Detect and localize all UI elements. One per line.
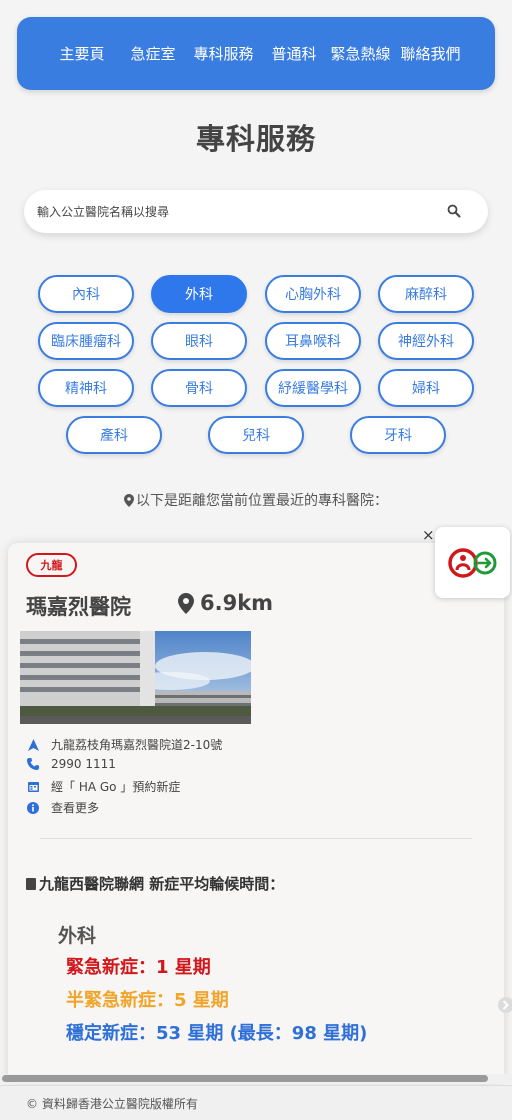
- chip-palliative[interactable]: 紓緩醫學科: [265, 369, 361, 407]
- chip-ophthalmology[interactable]: 眼科: [151, 322, 247, 360]
- carousel-next-icon[interactable]: [496, 996, 512, 1014]
- hospital-photo: [20, 631, 251, 724]
- nearest-hospital-note: 以下是距離您當前位置最近的專科醫院：: [0, 490, 512, 510]
- booking-text: 經「 HA Go 」預約新症: [51, 780, 181, 794]
- network-waiting-heading: 九龍西醫院聯網 新症平均輪候時間：: [26, 873, 284, 894]
- close-icon[interactable]: ×: [422, 526, 435, 544]
- phone-text[interactable]: 2990 1111: [51, 757, 116, 771]
- stable-waiting: 穩定新症：53 星期 (最長：98 星期): [66, 1023, 368, 1044]
- search-icon[interactable]: [447, 204, 461, 218]
- chip-surgery[interactable]: 外科: [151, 275, 247, 313]
- info-icon: [26, 801, 40, 815]
- horizontal-scrollbar[interactable]: [0, 1074, 512, 1084]
- nav-link-specialist[interactable]: 專科服務: [193, 43, 253, 64]
- chip-obstetrics[interactable]: 產科: [66, 416, 162, 454]
- network-text: 九龍西醫院聯網 新症平均輪候時間：: [39, 875, 285, 893]
- location-pin-icon: [124, 494, 134, 507]
- chip-paediatrics[interactable]: 兒科: [208, 416, 304, 454]
- address-text: 九龍荔枝角瑪嘉烈醫院道2-10號: [51, 738, 223, 752]
- footer-copyright: © 資料歸香港公立醫院版權所有: [0, 1085, 512, 1120]
- ha-go-logo-icon: [447, 547, 496, 578]
- hospital-name: 瑪嘉烈醫院: [26, 595, 131, 619]
- nav-link-general[interactable]: 普通科: [272, 43, 317, 64]
- phone-row[interactable]: 2990 1111: [26, 757, 116, 771]
- scrollbar-thumb[interactable]: [2, 1075, 488, 1082]
- chip-cardiothoracic[interactable]: 心胸外科: [265, 275, 361, 313]
- booking-row: 經「 HA Go 」預約新症: [26, 778, 180, 795]
- chip-orthopaedics[interactable]: 骨科: [151, 369, 247, 407]
- more-info-link[interactable]: 查看更多: [51, 799, 99, 816]
- address-row: 九龍荔枝角瑪嘉烈醫院道2-10號: [26, 736, 222, 753]
- nav-links: 主要頁 急症室 專科服務 普通科 緊急熱線 聯絡我們: [59, 43, 460, 64]
- phone-icon: [26, 757, 40, 771]
- chip-internal-medicine[interactable]: 內科: [38, 275, 134, 313]
- navigation-arrow-icon: [26, 738, 40, 752]
- search-input[interactable]: [37, 204, 417, 219]
- book-icon: [26, 877, 36, 890]
- chip-anaesthesiology[interactable]: 麻醉科: [378, 275, 474, 313]
- chip-dental[interactable]: 牙科: [350, 416, 446, 454]
- chip-ent[interactable]: 耳鼻喉科: [265, 322, 361, 360]
- nearest-text: 以下是距離您當前位置最近的專科醫院：: [136, 493, 388, 509]
- nav-link-emergency[interactable]: 急症室: [130, 43, 175, 64]
- hospital-distance: 6.9km: [178, 591, 273, 615]
- chip-clinical-oncology[interactable]: 臨床腫瘤科: [38, 322, 134, 360]
- more-info-row[interactable]: 查看更多: [26, 799, 99, 816]
- nav-link-contact[interactable]: 聯絡我們: [401, 43, 461, 64]
- nav-link-home[interactable]: 主要頁: [59, 43, 104, 64]
- chip-psychiatry[interactable]: 精神科: [38, 369, 134, 407]
- waiting-specialty: 外科: [58, 925, 97, 947]
- hospital-card[interactable]: 九龍 瑪嘉烈醫院 6.9km 九龍荔枝角瑪嘉烈醫院道2-10號 2990 111…: [8, 543, 504, 1083]
- nav-link-hotline[interactable]: 緊急熱線: [331, 43, 391, 64]
- top-nav: 主要頁 急症室 專科服務 普通科 緊急熱線 聯絡我們: [17, 17, 495, 90]
- chip-neurosurgery[interactable]: 神經外科: [378, 322, 474, 360]
- distance-value: 6.9km: [200, 591, 274, 615]
- semi-urgent-waiting: 半緊急新症：5 星期: [66, 990, 229, 1011]
- chip-gynaecology[interactable]: 婦科: [378, 369, 474, 407]
- page-title: 專科服務: [195, 122, 316, 156]
- search-bar: [24, 190, 488, 233]
- card-divider: [40, 838, 472, 839]
- region-badge: 九龍: [26, 553, 77, 577]
- urgent-waiting: 緊急新症：1 星期: [66, 957, 211, 978]
- calendar-icon: [26, 780, 40, 794]
- ha-go-app-widget[interactable]: [435, 527, 510, 598]
- location-pin-icon: [178, 592, 194, 614]
